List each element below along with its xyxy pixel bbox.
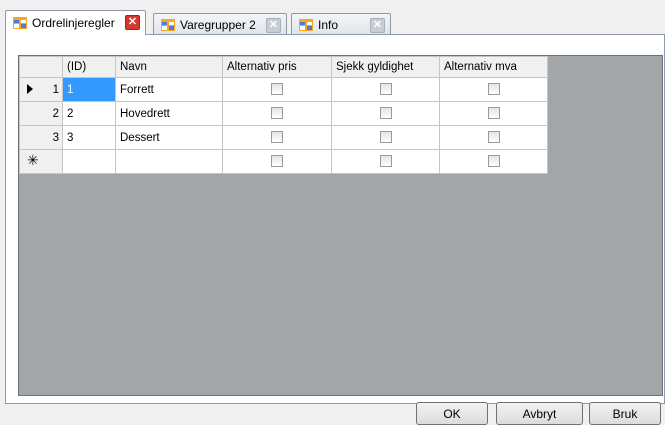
tab-ordrelinjeregler[interactable]: Ordrelinjeregler ✕ xyxy=(5,10,146,35)
checkbox[interactable] xyxy=(487,107,500,120)
checkbox[interactable] xyxy=(379,131,392,144)
checkbox[interactable] xyxy=(271,83,283,96)
table-icon xyxy=(13,17,27,29)
tab-info[interactable]: Info ✕ xyxy=(291,13,391,35)
current-row-arrow-icon xyxy=(27,84,33,94)
column-header-alternativ-mva[interactable]: Alternativ mva xyxy=(439,56,548,78)
cell-id[interactable] xyxy=(62,149,116,174)
row-header[interactable]: 2 xyxy=(19,101,63,126)
cell-sjekk-gyldighet[interactable] xyxy=(331,149,440,174)
cell-id[interactable]: 3 xyxy=(62,125,116,150)
cell-alternativ-mva[interactable] xyxy=(439,125,548,150)
tab-label: Ordrelinjeregler xyxy=(32,16,115,30)
checkbox[interactable] xyxy=(379,107,392,120)
checkbox[interactable] xyxy=(487,131,500,144)
close-icon[interactable]: ✕ xyxy=(370,18,385,33)
cell-sjekk-gyldighet[interactable] xyxy=(331,101,440,126)
tab-label: Info xyxy=(318,17,339,32)
header-row: (ID) Navn Alternativ pris Sjekk gyldighe… xyxy=(19,56,548,78)
checkbox[interactable] xyxy=(379,83,392,96)
cell-sjekk-gyldighet[interactable] xyxy=(331,125,440,150)
cell-alternativ-pris[interactable] xyxy=(222,125,332,150)
cell-sjekk-gyldighet[interactable] xyxy=(331,77,440,102)
table-icon xyxy=(299,18,313,31)
row-header-corner[interactable] xyxy=(19,56,63,78)
cell-alternativ-mva[interactable] xyxy=(439,149,548,174)
table-icon xyxy=(161,18,175,31)
grid-table: (ID) Navn Alternativ pris Sjekk gyldighe… xyxy=(19,56,548,174)
checkbox[interactable] xyxy=(487,83,500,96)
row-number: 1 xyxy=(52,83,59,96)
cell-navn[interactable]: Forrett xyxy=(115,77,223,102)
column-header-navn[interactable]: Navn xyxy=(115,56,223,78)
new-row[interactable]: ✳ xyxy=(19,149,548,174)
row-number: 2 xyxy=(52,107,59,120)
cell-alternativ-pris[interactable] xyxy=(222,101,332,126)
row-number: 3 xyxy=(52,131,59,144)
cell-alternativ-mva[interactable] xyxy=(439,101,548,126)
row-header[interactable]: 3 xyxy=(19,125,63,150)
column-header-sjekk-gyldighet[interactable]: Sjekk gyldighet xyxy=(331,56,440,78)
checkbox[interactable] xyxy=(271,107,283,120)
cell-navn[interactable]: Hovedrett xyxy=(115,101,223,126)
checkbox[interactable] xyxy=(271,155,283,168)
table-row[interactable]: 2 2 Hovedrett xyxy=(19,101,548,126)
row-header[interactable]: 1 xyxy=(19,77,63,102)
column-header-id[interactable]: (ID) xyxy=(62,56,116,78)
new-row-icon: ✳ xyxy=(27,152,39,168)
tab-varegrupper-2[interactable]: Varegrupper 2 ✕ xyxy=(153,13,287,35)
tab-label: Varegrupper 2 xyxy=(180,17,256,32)
row-header[interactable]: ✳ xyxy=(19,149,63,174)
cell-navn[interactable]: Dessert xyxy=(115,125,223,150)
table-row[interactable]: 1 1 Forrett xyxy=(19,77,548,102)
cell-id[interactable]: 2 xyxy=(62,101,116,126)
cell-alternativ-pris[interactable] xyxy=(222,77,332,102)
apply-button[interactable]: Bruk xyxy=(589,402,661,425)
close-icon[interactable]: ✕ xyxy=(266,18,281,33)
cell-id[interactable]: 1 xyxy=(62,77,116,102)
checkbox[interactable] xyxy=(271,131,283,144)
checkbox[interactable] xyxy=(487,155,500,168)
data-grid[interactable]: (ID) Navn Alternativ pris Sjekk gyldighe… xyxy=(18,55,663,396)
cell-alternativ-pris[interactable] xyxy=(222,149,332,174)
cell-navn[interactable] xyxy=(115,149,223,174)
cell-alternativ-mva[interactable] xyxy=(439,77,548,102)
close-icon[interactable]: ✕ xyxy=(125,15,140,30)
column-header-alternativ-pris[interactable]: Alternativ pris xyxy=(222,56,332,78)
ok-button[interactable]: OK xyxy=(416,402,488,425)
table-row[interactable]: 3 3 Dessert xyxy=(19,125,548,150)
checkbox[interactable] xyxy=(379,155,392,168)
cancel-button[interactable]: Avbryt xyxy=(496,402,583,425)
